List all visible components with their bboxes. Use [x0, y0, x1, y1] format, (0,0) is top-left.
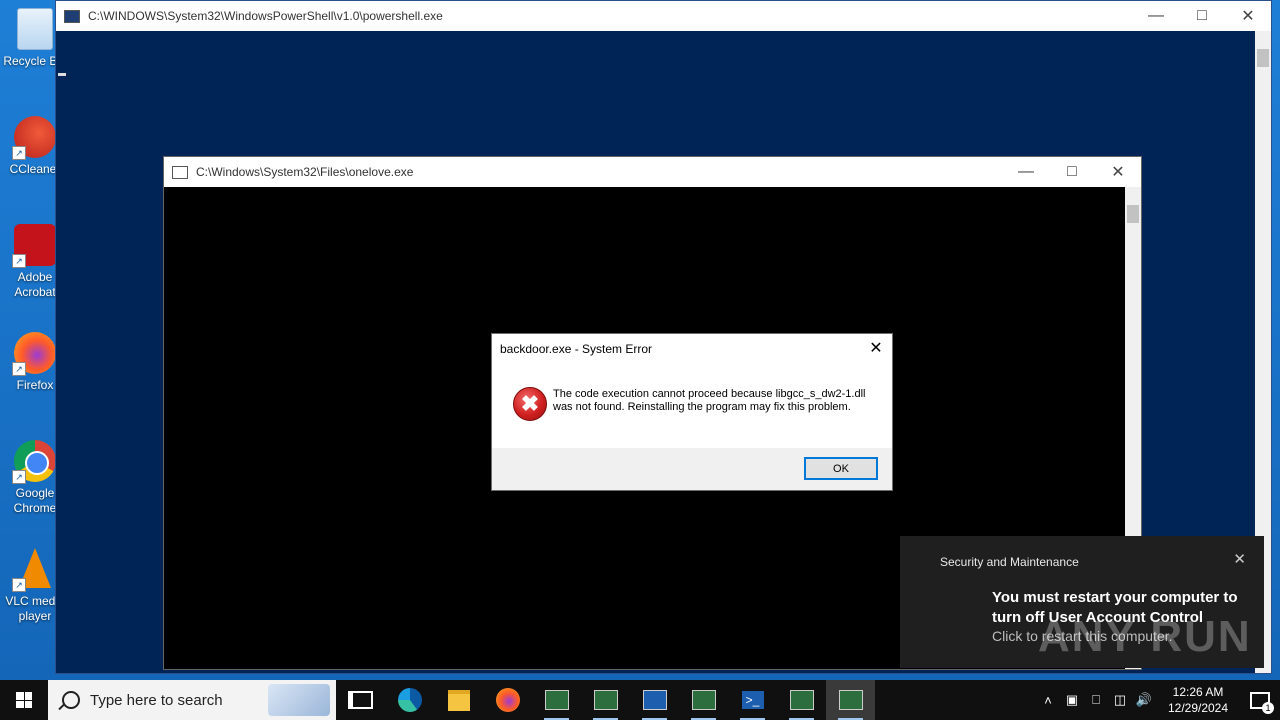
window-title: C:\Windows\System32\Files\onelove.exe	[196, 165, 414, 179]
edge-icon	[397, 688, 422, 712]
chevron-up-icon[interactable]: ˄	[1036, 693, 1060, 708]
powershell-titlebar[interactable]: C:\WINDOWS\System32\WindowsPowerShell\v1…	[56, 1, 1271, 31]
desktop-icon-label: Firefox	[16, 378, 54, 392]
error-message: The code execution cannot proceed becaus…	[553, 388, 866, 413]
volume-icon[interactable]: 🔊	[1132, 692, 1156, 708]
console-window-icon	[789, 690, 814, 710]
taskbar-powershell[interactable]: >_	[728, 680, 777, 720]
watermark: ANY RUN	[1038, 612, 1252, 661]
ok-button[interactable]: OK	[804, 457, 878, 480]
search-box[interactable]: Type here to search	[48, 680, 336, 720]
shortcut-arrow-icon: ↗	[12, 146, 26, 160]
firefox-icon	[495, 688, 520, 712]
onelove-titlebar[interactable]: C:\Windows\System32\Files\onelove.exe — …	[164, 157, 1141, 187]
taskbar-console-1[interactable]	[532, 680, 581, 720]
ccleaner-icon: ↗	[12, 116, 56, 160]
search-icon	[62, 691, 80, 709]
powershell-icon: >_	[741, 691, 764, 709]
maximize-button[interactable]: □	[1049, 157, 1095, 187]
network-icon[interactable]: ◫	[1108, 692, 1132, 708]
notification-badge: 1	[1262, 702, 1274, 714]
shortcut-arrow-icon: ↗	[12, 254, 26, 268]
system-tray: ˄ ▣ ⎕ ◫ 🔊 12:26 AM 12/29/2024 1	[1036, 680, 1280, 720]
task-view-button[interactable]	[336, 680, 385, 720]
console-window-icon	[544, 690, 569, 710]
error-dialog[interactable]: backdoor.exe - System Error ✕ ✖ The code…	[491, 333, 893, 491]
desktop-icon-label: Adobe Acrobat	[14, 270, 56, 299]
console-window-icon	[838, 690, 863, 710]
chrome-icon: ↗	[12, 440, 56, 484]
taskbar-console-3[interactable]	[630, 680, 679, 720]
minimize-button[interactable]: —	[1003, 157, 1049, 187]
console-window-icon	[642, 690, 667, 710]
tray-app-icon[interactable]: ▣	[1060, 692, 1084, 708]
clock-time: 12:26 AM	[1172, 685, 1224, 699]
taskbar-file-explorer[interactable]	[434, 680, 483, 720]
firefox-icon: ↗	[12, 332, 56, 376]
taskbar-console-6[interactable]	[826, 680, 875, 720]
search-highlight-icon	[268, 684, 330, 716]
desktop-icon-label: Google Chrome	[13, 486, 57, 515]
toast-app-name: Security and Maintenance	[940, 555, 1079, 569]
close-icon[interactable]: ✕	[1233, 550, 1246, 568]
clock[interactable]: 12:26 AM 12/29/2024	[1162, 684, 1234, 716]
shortcut-arrow-icon: ↗	[12, 578, 26, 592]
taskbar-console-2[interactable]	[581, 680, 630, 720]
shortcut-arrow-icon: ↗	[12, 470, 26, 484]
start-button[interactable]	[0, 680, 48, 720]
acrobat-icon: ↗	[12, 224, 56, 268]
shortcut-arrow-icon: ↗	[12, 362, 26, 376]
dialog-footer: OK	[492, 448, 892, 490]
powershell-window-icon	[64, 9, 80, 23]
console-window-icon	[691, 690, 716, 710]
vlc-icon: ↗	[12, 548, 56, 592]
minimize-button[interactable]: —	[1133, 1, 1179, 31]
dialog-title: backdoor.exe - System Error	[500, 342, 653, 356]
taskbar: Type here to search >_ ˄ ▣ ⎕ ◫ 🔊 12:26 A…	[0, 680, 1280, 720]
console-window-icon	[172, 165, 188, 179]
text-cursor	[58, 73, 66, 76]
recycle-bin-icon	[17, 8, 53, 50]
usb-icon[interactable]: ⎕	[1084, 692, 1108, 708]
scrollbar-thumb[interactable]	[1127, 205, 1139, 223]
taskbar-firefox[interactable]	[483, 680, 532, 720]
scrollbar-thumb[interactable]	[1257, 49, 1269, 67]
action-center-button[interactable]: 1	[1240, 680, 1280, 720]
close-button[interactable]: ✕	[866, 338, 886, 358]
desktop-icon-label: CCleaner	[9, 162, 61, 176]
close-button[interactable]: ✕	[1225, 1, 1271, 31]
windows-logo-icon	[16, 692, 32, 708]
taskbar-console-4[interactable]	[679, 680, 728, 720]
console-window-icon	[593, 690, 618, 710]
window-title: C:\WINDOWS\System32\WindowsPowerShell\v1…	[88, 9, 443, 23]
close-button[interactable]: ✕	[1095, 157, 1141, 187]
task-view-icon	[348, 691, 373, 709]
maximize-button[interactable]: □	[1179, 1, 1225, 31]
search-placeholder: Type here to search	[90, 691, 223, 709]
clock-date: 12/29/2024	[1167, 701, 1229, 715]
file-explorer-icon	[447, 689, 470, 711]
taskbar-edge[interactable]	[385, 680, 434, 720]
taskbar-console-5[interactable]	[777, 680, 826, 720]
error-icon: ✖	[513, 387, 547, 421]
